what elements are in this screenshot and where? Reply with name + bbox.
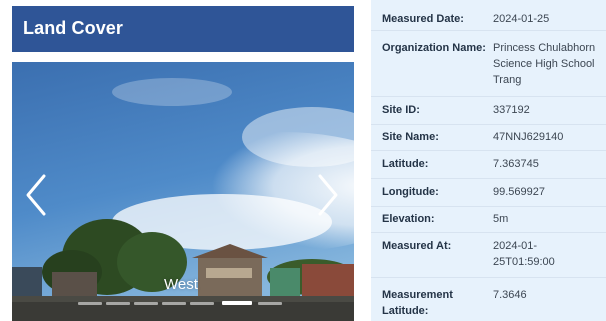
detail-label: Measured At: [382, 240, 452, 252]
detail-row-elevation: Elevation: 5m [371, 207, 606, 233]
detail-row-organization: Organization Name: Princess Chulabhorn S… [371, 31, 606, 97]
detail-row-longitude: Longitude: 99.569927 [371, 179, 606, 207]
slide-dot[interactable] [258, 302, 282, 305]
chevron-right-icon[interactable] [312, 172, 342, 218]
slide-dot[interactable] [162, 302, 186, 305]
detail-row-site-name: Site Name: 47NNJ629140 [371, 125, 606, 151]
detail-label: Longitude: [382, 186, 439, 198]
detail-label: Organization Name: [382, 42, 486, 54]
slide-dot[interactable] [106, 302, 130, 305]
detail-value: 2024-01-25 [493, 13, 550, 25]
detail-row-measured-date: Measured Date: 2024-01-25 [371, 0, 606, 31]
slide-dot[interactable] [190, 302, 214, 305]
detail-value: 7.3646 [493, 289, 527, 301]
panel-title: Land Cover [23, 18, 124, 38]
detail-row-site-id: Site ID: 337192 [371, 97, 606, 125]
detail-label: Elevation: [382, 213, 435, 225]
detail-label: Latitude: [382, 158, 429, 170]
slide-dot[interactable] [78, 302, 102, 305]
detail-label: Site ID: [382, 104, 420, 116]
detail-value: 5m [493, 213, 509, 225]
slide-dot[interactable] [134, 302, 158, 305]
site-details-table: Measured Date: 2024-01-25 Organization N… [371, 0, 606, 321]
detail-label: Measured Date: [382, 13, 464, 25]
detail-row-latitude: Latitude: 7.363745 [371, 151, 606, 179]
detail-value: 47NNJ629140 [493, 131, 564, 143]
detail-value: 7.363745 [493, 158, 539, 170]
detail-value: 2024-01-25T01:59:00 [493, 240, 555, 268]
detail-label: Measurement Latitude: [382, 289, 453, 317]
detail-value: 99.569927 [493, 186, 545, 198]
detail-row-measurement-latitude: Measurement Latitude: 7.3646 [371, 278, 606, 321]
detail-value: Princess Chulabhorn Science High School … [493, 42, 596, 86]
chevron-left-icon[interactable] [22, 172, 52, 218]
detail-label: Site Name: [382, 131, 439, 143]
slide-dot-active[interactable] [222, 301, 252, 305]
detail-value: 337192 [493, 104, 530, 116]
detail-row-measured-at: Measured At: 2024-01-25T01:59:00 [371, 233, 606, 278]
direction-caption: West [164, 276, 198, 293]
land-cover-panel: Land Cover West [0, 0, 362, 321]
panel-header: Land Cover [12, 6, 354, 52]
land-cover-photo[interactable]: West [12, 62, 354, 321]
